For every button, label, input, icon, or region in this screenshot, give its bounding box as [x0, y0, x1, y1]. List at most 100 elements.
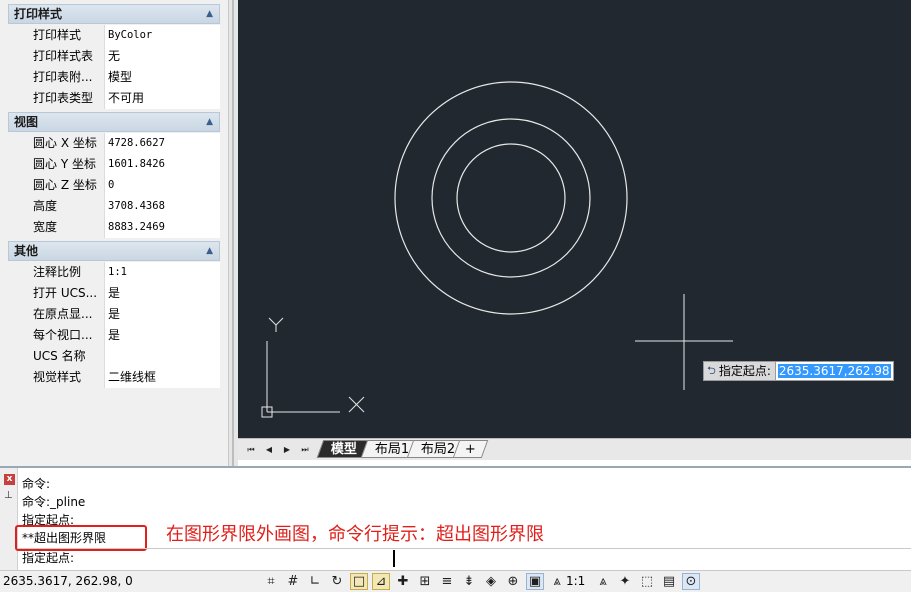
command-history-line: 命令:: [22, 477, 51, 491]
isolate-icon[interactable]: ⬚: [638, 573, 656, 590]
prop-name: 注释比例: [30, 262, 105, 283]
ucs-icon: [261, 317, 365, 418]
prop-name: 打印样式: [30, 25, 105, 46]
prop-row[interactable]: UCS 名称: [30, 346, 220, 367]
prev-tab-icon[interactable]: ◀: [262, 443, 276, 457]
prop-row[interactable]: 注释比例 1:1: [30, 262, 220, 283]
command-input[interactable]: 指定起点:: [18, 548, 911, 569]
command-history-line: 命令:_pline: [22, 495, 86, 509]
prop-row[interactable]: 宽度 8883.2469: [30, 217, 220, 238]
close-icon[interactable]: x: [4, 474, 15, 485]
status-bar: 2635.3617, 262.98, 0 ⌗ # ∟ ↻ □ ⊿ ✚ ⊞ ≡ ⇟…: [0, 570, 911, 592]
tab-label: 布局1: [374, 442, 410, 457]
prop-row[interactable]: 圆心 X 坐标 4728.6627: [30, 133, 220, 154]
tab-label: 布局2: [420, 442, 456, 457]
prop-name: 打印表类型: [30, 88, 105, 109]
section-header-misc[interactable]: 其他 ▲: [8, 241, 220, 261]
section-header-view[interactable]: 视图 ▲: [8, 112, 220, 132]
collapse-icon[interactable]: ▲: [206, 113, 213, 131]
ducs-icon[interactable]: ✚: [394, 573, 412, 590]
prop-name: 打开 UCS...: [30, 283, 105, 304]
collapse-icon[interactable]: ▲: [206, 5, 213, 23]
prop-row[interactable]: 打开 UCS... 是: [30, 283, 220, 304]
command-gutter: x ⊥: [0, 468, 18, 570]
annotation-text: 在图形界限外画图，命令行提示：超出图形界限: [166, 524, 544, 545]
section-header-plot-style[interactable]: 打印样式 ▲: [8, 4, 220, 24]
inner-circle[interactable]: [456, 143, 566, 253]
collapse-icon[interactable]: ▲: [206, 242, 213, 260]
annotation-scale-icon[interactable]: ⩓: [594, 573, 612, 590]
grid-snap-icon[interactable]: ⌗: [262, 573, 280, 590]
lineweight-icon[interactable]: ≡: [438, 573, 456, 590]
prop-name: 在原点显...: [30, 304, 105, 325]
prop-name: 视觉样式: [30, 367, 105, 388]
prop-row[interactable]: 打印样式 ByColor: [30, 25, 220, 46]
zoom-icon[interactable]: ⊕: [504, 573, 522, 590]
tab-label: +: [464, 442, 476, 457]
prop-name: 每个视口...: [30, 325, 105, 346]
dyn-icon[interactable]: ⊞: [416, 573, 434, 590]
prop-value[interactable]: 不可用: [105, 88, 220, 109]
prop-value[interactable]: 4728.6627: [105, 133, 220, 154]
prop-value[interactable]: 1601.8426: [105, 154, 220, 175]
command-prompt: 指定起点:: [22, 551, 75, 565]
coordinate-readout: 2635.3617, 262.98, 0: [3, 574, 133, 588]
prop-value[interactable]: 无: [105, 46, 220, 67]
fullscreen-icon[interactable]: ▤: [660, 573, 678, 590]
prop-row[interactable]: 圆心 Y 坐标 1601.8426: [30, 154, 220, 175]
pin-icon[interactable]: ⊥: [4, 490, 13, 501]
workspace-icon[interactable]: ✦: [616, 573, 634, 590]
next-tab-icon[interactable]: ▶: [280, 443, 294, 457]
prop-value[interactable]: 是: [105, 325, 220, 346]
prop-row[interactable]: 圆心 Z 坐标 0: [30, 175, 220, 196]
grid-icon[interactable]: #: [284, 573, 302, 590]
command-window: x ⊥ 命令: 命令:_pline 指定起点: **超出图形界限 在图形界限外画…: [0, 466, 911, 570]
viewport-icon[interactable]: ▣: [526, 573, 544, 590]
ortho-icon[interactable]: ∟: [306, 573, 324, 590]
prop-value[interactable]: ByColor: [105, 25, 220, 46]
prop-row[interactable]: 高度 3708.4368: [30, 196, 220, 217]
prop-row[interactable]: 视觉样式 二维线框: [30, 367, 220, 388]
add-layout-button[interactable]: +: [452, 440, 489, 458]
polar-icon[interactable]: ↻: [328, 573, 346, 590]
prop-row[interactable]: 打印表附... 模型: [30, 67, 220, 88]
outer-circle[interactable]: [394, 81, 628, 315]
prop-name: 圆心 Y 坐标: [30, 154, 105, 175]
middle-circle[interactable]: [431, 118, 591, 278]
dynamic-input-field[interactable]: 2635.3617,262.98: [775, 361, 894, 381]
prop-value[interactable]: 模型: [105, 67, 220, 88]
dynamic-input-tooltip[interactable]: ⮌ 指定起点: 2635.3617,262.98: [703, 361, 894, 381]
prop-value[interactable]: 二维线框: [105, 367, 220, 388]
otrack-icon[interactable]: ⊿: [372, 573, 390, 590]
first-tab-icon[interactable]: ⏮: [244, 443, 258, 457]
prop-value[interactable]: 8883.2469: [105, 217, 220, 238]
drawing-canvas[interactable]: ⮌ 指定起点: 2635.3617,262.98: [238, 0, 911, 438]
annotation-scale[interactable]: 1:1: [566, 574, 585, 588]
prop-name: 圆心 X 坐标: [30, 133, 105, 154]
layout-tab-bar: ⏮ ◀ ▶ ⏭ 模型 布局1 布局2 +: [238, 438, 911, 460]
prop-row[interactable]: 在原点显... 是: [30, 304, 220, 325]
prop-value[interactable]: 3708.4368: [105, 196, 220, 217]
dynamic-input-label: 指定起点:: [718, 364, 771, 378]
customize-icon[interactable]: ⊙: [682, 573, 700, 590]
prop-name: 圆心 Z 坐标: [30, 175, 105, 196]
dynamic-input-value: 2635.3617,262.98: [777, 364, 891, 378]
prop-value[interactable]: 是: [105, 304, 220, 325]
prop-value[interactable]: 1:1: [105, 262, 220, 283]
prop-value[interactable]: [105, 346, 220, 367]
prop-row[interactable]: 打印样式表 无: [30, 46, 220, 67]
selection-cycling-icon[interactable]: ⇟: [460, 573, 478, 590]
text-caret: [393, 550, 395, 567]
layer-icon[interactable]: ◈: [482, 573, 500, 590]
prop-row[interactable]: 打印表类型 不可用: [30, 88, 220, 109]
prop-value[interactable]: 0: [105, 175, 220, 196]
osnap-icon[interactable]: □: [350, 573, 368, 590]
prop-row[interactable]: 每个视口... 是: [30, 325, 220, 346]
section-title: 其他: [14, 244, 39, 258]
dynamic-input-icon: ⮌: [707, 364, 716, 377]
prop-value[interactable]: 是: [105, 283, 220, 304]
annotation-icon[interactable]: ⩓: [548, 573, 566, 590]
last-tab-icon[interactable]: ⏭: [298, 443, 312, 457]
section-title: 视图: [14, 115, 39, 129]
prop-name: 高度: [30, 196, 105, 217]
